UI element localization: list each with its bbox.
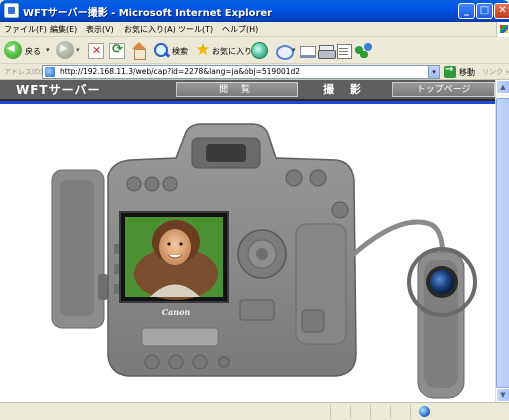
- menu-tools[interactable]: ツール(T): [178, 24, 213, 35]
- forward-dropdown-icon[interactable]: ▾: [76, 46, 80, 54]
- address-bar: アドレス(D) http://192.168.11.3/web/cap?id=2…: [0, 64, 509, 80]
- tab-top-page[interactable]: トップページ: [392, 82, 495, 97]
- address-dropdown-icon[interactable]: ▾: [428, 66, 439, 78]
- tab-browse[interactable]: 閲 覧: [176, 82, 298, 97]
- status-pane: [330, 405, 350, 419]
- status-pane: [370, 405, 390, 419]
- camera-scene: Canon: [0, 104, 495, 402]
- search-button-label[interactable]: 検索: [172, 46, 188, 57]
- camera-brand-label: Canon: [162, 307, 191, 317]
- title-bar: WFTサーバー撮影 - Microsoft Internet Explorer …: [0, 0, 509, 22]
- history-dropdown-icon[interactable]: ▾: [292, 46, 296, 54]
- tab-shoot[interactable]: 撮 影: [300, 82, 390, 97]
- standard-toolbar: 戻る ▾ ▾ 検索 ★ お気に入り ▾: [0, 38, 509, 64]
- scroll-down-arrow-icon[interactable]: ▼: [496, 388, 509, 402]
- camera-side-grip: [51, 169, 108, 329]
- minimize-button[interactable]: _: [458, 3, 475, 19]
- search-icon[interactable]: [152, 42, 170, 60]
- address-url[interactable]: http://192.168.11.3/web/cap?id=2278&lang…: [60, 67, 300, 76]
- edit-icon[interactable]: [337, 44, 353, 59]
- refresh-icon[interactable]: [109, 42, 125, 59]
- menu-bar: ファイル(F) 編集(E) 表示(V) お気に入り(A) ツール(T) ヘルプ(…: [0, 22, 509, 37]
- menu-favorites[interactable]: お気に入り(A): [124, 24, 176, 35]
- favorites-button-label[interactable]: お気に入り: [212, 46, 252, 57]
- print-icon[interactable]: [318, 44, 336, 59]
- stop-icon[interactable]: [88, 43, 104, 59]
- scroll-up-arrow-icon[interactable]: ▲: [496, 80, 509, 94]
- mail-icon[interactable]: [300, 44, 316, 58]
- windows-logo-icon: [496, 22, 509, 37]
- go-button-label[interactable]: 移動: [459, 67, 475, 78]
- page-icon: [45, 67, 55, 77]
- address-label: アドレス(D): [4, 68, 43, 76]
- scroll-thumb[interactable]: [496, 98, 509, 388]
- menu-edit[interactable]: 編集(E): [50, 24, 77, 35]
- lcd-screen[interactable]: [119, 211, 229, 303]
- status-pane: [390, 405, 410, 419]
- maximize-button[interactable]: □: [476, 3, 493, 19]
- remote-switch[interactable]: [407, 247, 477, 399]
- close-button[interactable]: ✕: [494, 3, 509, 19]
- forward-icon[interactable]: [56, 41, 74, 59]
- remote-shutter-button: [430, 270, 454, 294]
- media-icon[interactable]: [251, 42, 268, 59]
- ie-window-icon: [4, 3, 19, 18]
- menu-view[interactable]: 表示(V): [86, 24, 114, 35]
- status-pane: [350, 405, 370, 419]
- site-brand: WFTサーバー: [16, 83, 101, 97]
- page-content: WFTサーバー 閲 覧 撮 影 トップページ Canon: [0, 80, 495, 402]
- menu-help[interactable]: ヘルプ(H): [222, 24, 258, 35]
- go-arrow-icon[interactable]: [444, 64, 456, 78]
- menu-file[interactable]: ファイル(F): [4, 24, 47, 35]
- window-title: WFTサーバー撮影 - Microsoft Internet Explorer: [23, 8, 273, 19]
- browser-window: WFTサーバー撮影 - Microsoft Internet Explorer …: [0, 0, 509, 420]
- back-dropdown-icon[interactable]: ▾: [46, 46, 50, 54]
- messenger-icon[interactable]: [355, 42, 373, 60]
- camera-illustration: Canon: [51, 123, 477, 399]
- home-icon[interactable]: [130, 42, 148, 60]
- vertical-scrollbar[interactable]: ▲ ▼: [495, 80, 509, 402]
- address-input[interactable]: http://192.168.11.3/web/cap?id=2278&lang…: [42, 65, 440, 79]
- favorites-star-icon[interactable]: ★: [194, 41, 212, 59]
- internet-zone-icon: [419, 406, 430, 417]
- site-nav-bar: WFTサーバー 閲 覧 撮 影 トップページ: [0, 80, 495, 99]
- links-label[interactable]: リンク »: [482, 67, 509, 77]
- back-button-label[interactable]: 戻る: [25, 46, 41, 57]
- back-icon[interactable]: [4, 41, 22, 59]
- status-bar: [0, 402, 509, 420]
